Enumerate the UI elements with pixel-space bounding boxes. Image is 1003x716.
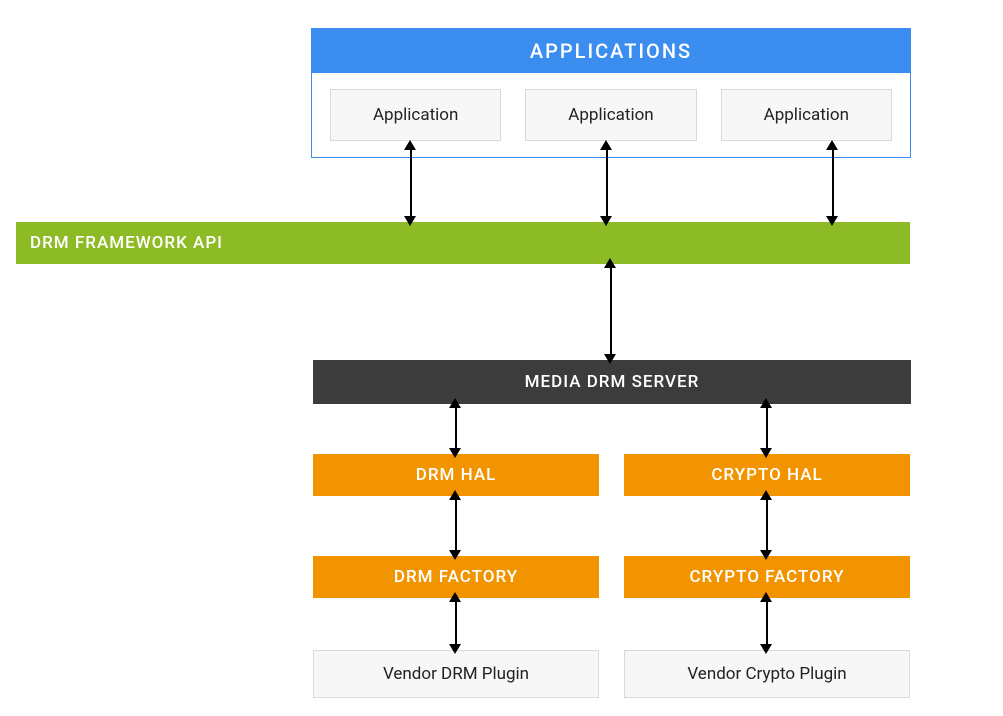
arrowhead-up-icon xyxy=(826,140,838,150)
arrow-mediaserver-drmhal xyxy=(455,404,457,452)
vendor-crypto-plugin-box: Vendor Crypto Plugin xyxy=(624,650,910,698)
applications-block: APPLICATIONS Application Application App… xyxy=(311,28,911,158)
arrowhead-up-icon xyxy=(760,398,772,408)
arrowhead-down-icon xyxy=(600,216,612,226)
arrow-app3-framework xyxy=(832,148,834,218)
arrow-app2-framework xyxy=(606,148,608,218)
arrowhead-up-icon xyxy=(604,258,616,268)
arrow-mediaserver-cryptohal xyxy=(766,404,768,452)
arrowhead-down-icon xyxy=(760,550,772,560)
applications-row: Application Application Application xyxy=(312,73,910,141)
arrow-framework-mediaserver xyxy=(610,266,612,358)
arrowhead-down-icon xyxy=(604,354,616,364)
application-cell: Application xyxy=(721,89,892,141)
arrowhead-down-icon xyxy=(404,216,416,226)
arrowhead-down-icon xyxy=(826,216,838,226)
application-cell: Application xyxy=(330,89,501,141)
media-drm-server-bar: MEDIA DRM SERVER xyxy=(313,360,911,404)
arrowhead-down-icon xyxy=(760,644,772,654)
arrowhead-down-icon xyxy=(449,448,461,458)
arrowhead-down-icon xyxy=(449,550,461,560)
arrow-cryptofactory-vendorcrypto xyxy=(766,598,768,648)
arrow-drmhal-drmfactory xyxy=(455,496,457,554)
arrowhead-up-icon xyxy=(449,398,461,408)
applications-header: APPLICATIONS xyxy=(312,29,910,73)
arrowhead-up-icon xyxy=(449,592,461,602)
drm-framework-api-bar: DRM FRAMEWORK API xyxy=(16,222,910,264)
arrowhead-up-icon xyxy=(600,140,612,150)
arrow-app1-framework xyxy=(410,148,412,218)
diagram-stage: { "applications": { "header": "APPLICATI… xyxy=(0,0,1003,716)
arrow-cryptohal-cryptofactory xyxy=(766,496,768,554)
application-cell: Application xyxy=(525,89,696,141)
arrowhead-up-icon xyxy=(760,592,772,602)
arrowhead-down-icon xyxy=(449,644,461,654)
arrowhead-down-icon xyxy=(760,448,772,458)
arrowhead-up-icon xyxy=(404,140,416,150)
arrowhead-up-icon xyxy=(449,490,461,500)
arrowhead-up-icon xyxy=(760,490,772,500)
arrow-drmfactory-vendordrm xyxy=(455,598,457,648)
vendor-drm-plugin-box: Vendor DRM Plugin xyxy=(313,650,599,698)
